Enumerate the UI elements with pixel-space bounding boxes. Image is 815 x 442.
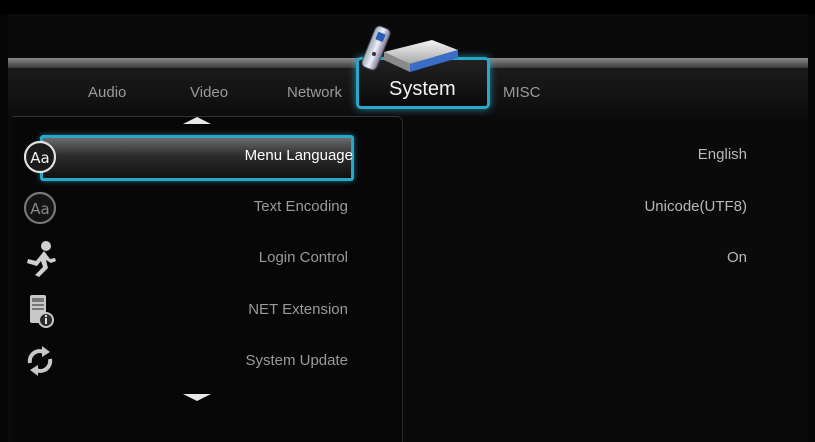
- tab-video[interactable]: Video: [190, 84, 228, 101]
- menu-item-label: System Update: [245, 352, 348, 369]
- device-info-icon: [30, 295, 54, 328]
- menu-item-text-encoding[interactable]: Text Encoding: [40, 187, 348, 227]
- menu-item-net-extension[interactable]: NET Extension: [40, 290, 348, 330]
- font-aa-dim-icon: Aa: [23, 191, 57, 225]
- media-player-device-icon: [362, 25, 458, 72]
- menu-item-label: Menu Language: [244, 147, 353, 164]
- menu-item-system-update[interactable]: System Update: [40, 341, 348, 381]
- menu-item-label: Login Control: [258, 249, 348, 266]
- menu-language-value: English: [697, 146, 747, 163]
- tab-misc[interactable]: MISC: [503, 84, 541, 101]
- refresh-arrows-icon: [27, 346, 53, 376]
- font-aa-icon: Aa: [23, 140, 57, 174]
- scroll-down-arrow-icon[interactable]: [183, 394, 211, 401]
- svg-text:Aa: Aa: [30, 149, 49, 167]
- tab-audio[interactable]: Audio: [88, 84, 126, 101]
- menu-item-menu-language[interactable]: Menu Language: [40, 135, 354, 181]
- settings-screen: Audio Video Network System MISC Menu Lan: [0, 0, 815, 442]
- scroll-up-arrow-icon[interactable]: [183, 117, 211, 124]
- text-encoding-value: Unicode(UTF8): [644, 198, 747, 215]
- login-control-value: On: [726, 249, 747, 266]
- menu-item-label: Text Encoding: [253, 198, 348, 215]
- menu-item-label: NET Extension: [248, 301, 348, 318]
- running-man-icon: [27, 241, 56, 277]
- svg-text:Aa: Aa: [30, 200, 49, 218]
- menu-item-login-control[interactable]: Login Control: [40, 238, 348, 278]
- top-strip: [0, 0, 815, 14]
- tab-network[interactable]: Network: [287, 84, 342, 101]
